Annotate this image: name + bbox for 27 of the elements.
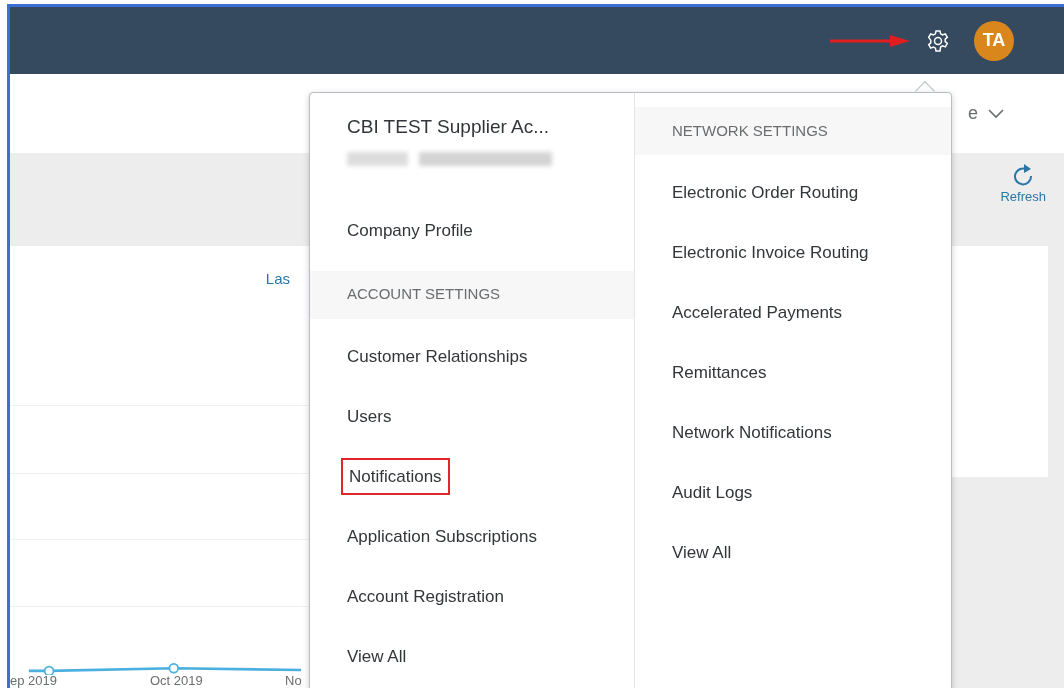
axis-label: No <box>285 672 303 688</box>
menu-item[interactable]: Application Subscriptions <box>310 506 634 567</box>
highlight-annotation: Notifications <box>341 457 450 496</box>
menu-item[interactable]: Remittances <box>635 343 951 403</box>
menu-item[interactable]: Electronic Invoice Routing <box>635 223 951 283</box>
axis-label: Oct 2019 <box>150 672 204 688</box>
menu-item[interactable]: Accelerated Payments <box>635 283 951 343</box>
settings-icon[interactable] <box>926 28 950 53</box>
refresh-button[interactable]: Refresh <box>1000 163 1046 207</box>
account-name: CBI TEST Supplier Ac... <box>346 115 551 139</box>
menu-item[interactable]: Users <box>310 386 634 447</box>
chevron-down-icon[interactable] <box>988 108 1004 119</box>
menu-item[interactable]: View All <box>635 523 951 583</box>
header-text: e <box>968 102 978 125</box>
section-heading: ACCOUNT SETTINGS <box>347 284 501 305</box>
menu-item[interactable]: Customer Relationships <box>310 326 634 387</box>
menu-item[interactable]: Notifications <box>310 446 634 507</box>
menu-item[interactable]: Account Registration <box>310 566 634 627</box>
menu-item[interactable]: Company Profile <box>310 200 634 261</box>
menu-item[interactable]: Network Notifications <box>635 403 951 463</box>
axis-label: ep 2019 <box>10 672 58 688</box>
menu-item[interactable]: Audit Logs <box>635 463 951 523</box>
refresh-icon <box>1012 163 1035 187</box>
menu-item[interactable]: Electronic Order Routing <box>635 163 951 223</box>
period-link[interactable]: Las <box>265 268 290 291</box>
section-heading: NETWORK SETTINGS <box>672 120 828 141</box>
menu-item[interactable]: View All <box>310 626 634 687</box>
